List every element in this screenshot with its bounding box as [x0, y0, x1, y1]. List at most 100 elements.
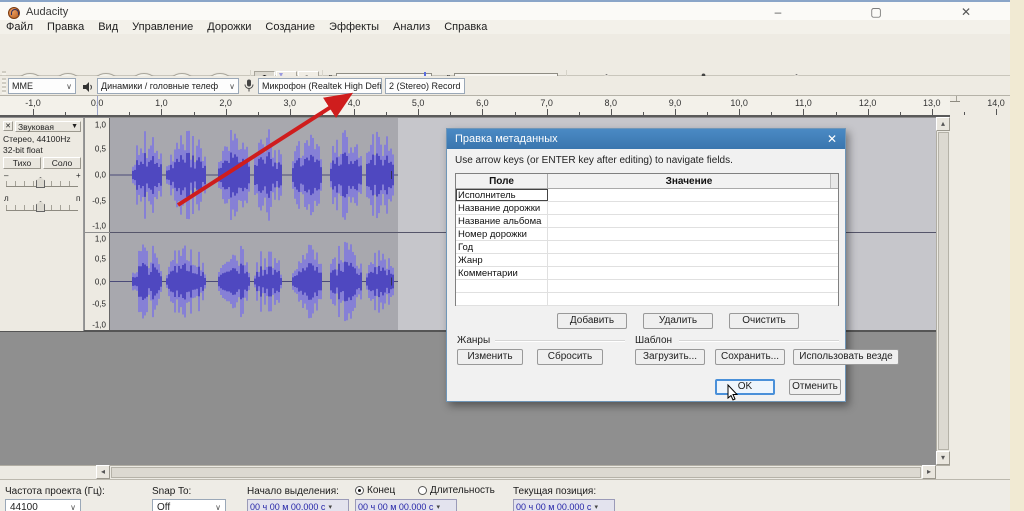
metadata-field-cell[interactable] — [456, 280, 548, 292]
metadata-row: Год — [456, 241, 838, 254]
gain-slider-thumb[interactable] — [36, 177, 45, 188]
time-format-dropdown-icon[interactable]: ▾ — [594, 503, 598, 511]
menu-item-view[interactable]: Вид — [98, 21, 118, 33]
add-button[interactable]: Добавить — [557, 313, 627, 329]
pan-slider-thumb[interactable] — [36, 201, 45, 212]
menu-item-effects[interactable]: Эффекты — [329, 21, 379, 33]
metadata-value-cell[interactable] — [548, 228, 830, 240]
chevron-down-icon: ∨ — [226, 82, 235, 91]
scroll-left-icon[interactable]: ◂ — [96, 465, 110, 479]
audio-host-select[interactable]: MME∨ — [8, 78, 76, 94]
audio-clip-right-channel[interactable] — [110, 233, 398, 330]
metadata-value-cell[interactable] — [548, 267, 830, 279]
metadata-value-cell[interactable] — [548, 293, 830, 305]
track-format-line1: Стерео, 44100Hz — [3, 134, 71, 144]
ruler-label: 12,0 — [859, 98, 877, 108]
timeline-ruler[interactable]: -1,00,01,02,03,04,05,06,07,08,09,010,011… — [0, 96, 950, 117]
desktop-edge — [1010, 0, 1024, 511]
title-bar[interactable]: Audacity – ▢ ✕ — [0, 0, 1010, 20]
radio-unselected-icon — [418, 486, 427, 495]
selection-end-field[interactable]: 00 ч 00 м 00.000 с▾ — [355, 499, 457, 511]
audio-clip-left-channel[interactable] — [110, 118, 398, 232]
metadata-field-cell[interactable]: Исполнитель — [456, 189, 548, 201]
metadata-row: Жанр — [456, 254, 838, 267]
menu-item-help[interactable]: Справка — [444, 21, 487, 33]
menu-item-generate[interactable]: Создание — [265, 21, 315, 33]
metadata-field-cell[interactable]: Жанр — [456, 254, 548, 266]
menu-item-control[interactable]: Управление — [132, 21, 193, 33]
time-format-dropdown-icon[interactable]: ▾ — [436, 503, 440, 511]
project-rate-select[interactable]: 44100∨ — [5, 499, 81, 511]
ruler-label: 3,0 — [284, 98, 297, 108]
scroll-right-icon[interactable]: ▸ — [922, 465, 936, 479]
maximize-button[interactable]: ▢ — [866, 4, 886, 20]
table-scrollbar[interactable] — [830, 174, 838, 188]
metadata-value-cell[interactable] — [548, 215, 830, 227]
template-save-button[interactable]: Сохранить... — [715, 349, 785, 365]
menu-item-analyze[interactable]: Анализ — [393, 21, 430, 33]
dialog-instruction: Use arrow keys (or ENTER key after editi… — [455, 155, 733, 166]
metadata-value-cell[interactable] — [548, 280, 830, 292]
menu-item-tracks[interactable]: Дорожки — [207, 21, 251, 33]
vertical-scroll-thumb[interactable] — [938, 132, 949, 450]
selection-start-field[interactable]: 00 ч 00 м 00.000 с▾ — [247, 499, 349, 511]
template-everywhere-button[interactable]: Использовать везде — [793, 349, 899, 365]
metadata-field-cell[interactable]: Номер дорожки — [456, 228, 548, 240]
horizontal-scrollbar[interactable]: ◂ ▸ — [0, 465, 950, 479]
scroll-down-icon[interactable]: ▾ — [936, 451, 950, 465]
column-header-value: Значение — [548, 174, 830, 188]
vertical-scale-label: -1,0 — [92, 321, 106, 330]
cancel-button[interactable]: Отменить — [789, 379, 841, 395]
selection-toolbar: Частота проекта (Гц): 44100∨ Snap To: Of… — [0, 479, 1010, 511]
ok-button[interactable]: OK — [715, 379, 775, 395]
vertical-scrollbar[interactable]: ▴ ▾ — [936, 117, 950, 465]
metadata-field-cell[interactable]: Комментарии — [456, 267, 548, 279]
genres-group-label: Жанры — [457, 335, 490, 346]
ruler-label: 10,0 — [730, 98, 748, 108]
horizontal-scroll-thumb[interactable] — [111, 467, 921, 478]
remove-button[interactable]: Удалить — [643, 313, 713, 329]
selection-length-radio[interactable]: Длительность — [418, 485, 495, 496]
playback-device-select[interactable]: Динамики / головные телеф∨ — [97, 78, 239, 94]
clear-button[interactable]: Очистить — [729, 313, 799, 329]
dialog-title-bar[interactable]: Правка метаданных ✕ — [447, 129, 845, 149]
metadata-value-cell[interactable] — [548, 202, 830, 214]
time-format-dropdown-icon[interactable]: ▾ — [328, 503, 332, 511]
recording-device-select[interactable]: Микрофон (Realtek High Defir∨ — [258, 78, 382, 94]
snap-to-select[interactable]: Off∨ — [152, 499, 226, 511]
mute-button[interactable]: Тихо — [3, 157, 41, 169]
vertical-scale-right[interactable]: 1,00,50,0-0,5-1,0 — [85, 233, 110, 330]
gain-max-label: + — [76, 171, 81, 180]
metadata-value-cell[interactable] — [548, 189, 830, 201]
selection-end-radio[interactable]: Конец — [355, 485, 395, 496]
metadata-field-cell[interactable]: Название дорожки — [456, 202, 548, 214]
close-button[interactable]: ✕ — [956, 4, 976, 20]
track-format-line2: 32-bit float — [3, 145, 43, 155]
screenshot-root: Audacity – ▢ ✕ Файл Правка Вид Управление До… — [0, 0, 1024, 511]
vertical-scale-label: 0,5 — [95, 144, 106, 153]
menu-item-edit[interactable]: Правка — [47, 21, 84, 33]
scroll-up-icon[interactable]: ▴ — [936, 117, 950, 131]
solo-button[interactable]: Соло — [43, 157, 81, 169]
metadata-field-cell[interactable] — [456, 293, 548, 305]
metadata-field-cell[interactable]: Название альбома — [456, 215, 548, 227]
device-grip[interactable] — [2, 78, 6, 94]
track-control-panel: ✕ Звуковая▼ Стерео, 44100Hz 32-bit float… — [0, 118, 84, 331]
menu-item-file[interactable]: Файл — [6, 21, 33, 33]
genres-edit-button[interactable]: Изменить — [457, 349, 523, 365]
dialog-close-icon[interactable]: ✕ — [827, 132, 837, 146]
minimize-button[interactable]: – — [768, 4, 788, 20]
vertical-scale-left[interactable]: 1,00,50,0-0,5-1,0 — [85, 118, 110, 232]
metadata-value-cell[interactable] — [548, 254, 830, 266]
vertical-scale-label: -1,0 — [92, 222, 106, 231]
metadata-value-cell[interactable] — [548, 241, 830, 253]
ruler-label: 4,0 — [348, 98, 361, 108]
track-name-menu[interactable]: Звуковая▼ — [15, 121, 81, 132]
genres-reset-button[interactable]: Сбросить — [537, 349, 603, 365]
metadata-row: Комментарии — [456, 267, 838, 280]
metadata-field-cell[interactable]: Год — [456, 241, 548, 253]
template-load-button[interactable]: Загрузить... — [635, 349, 705, 365]
recording-channels-select[interactable]: 2 (Stereo) Record∨ — [385, 78, 465, 94]
waveform-left — [110, 118, 398, 232]
track-close-button[interactable]: ✕ — [3, 121, 13, 131]
